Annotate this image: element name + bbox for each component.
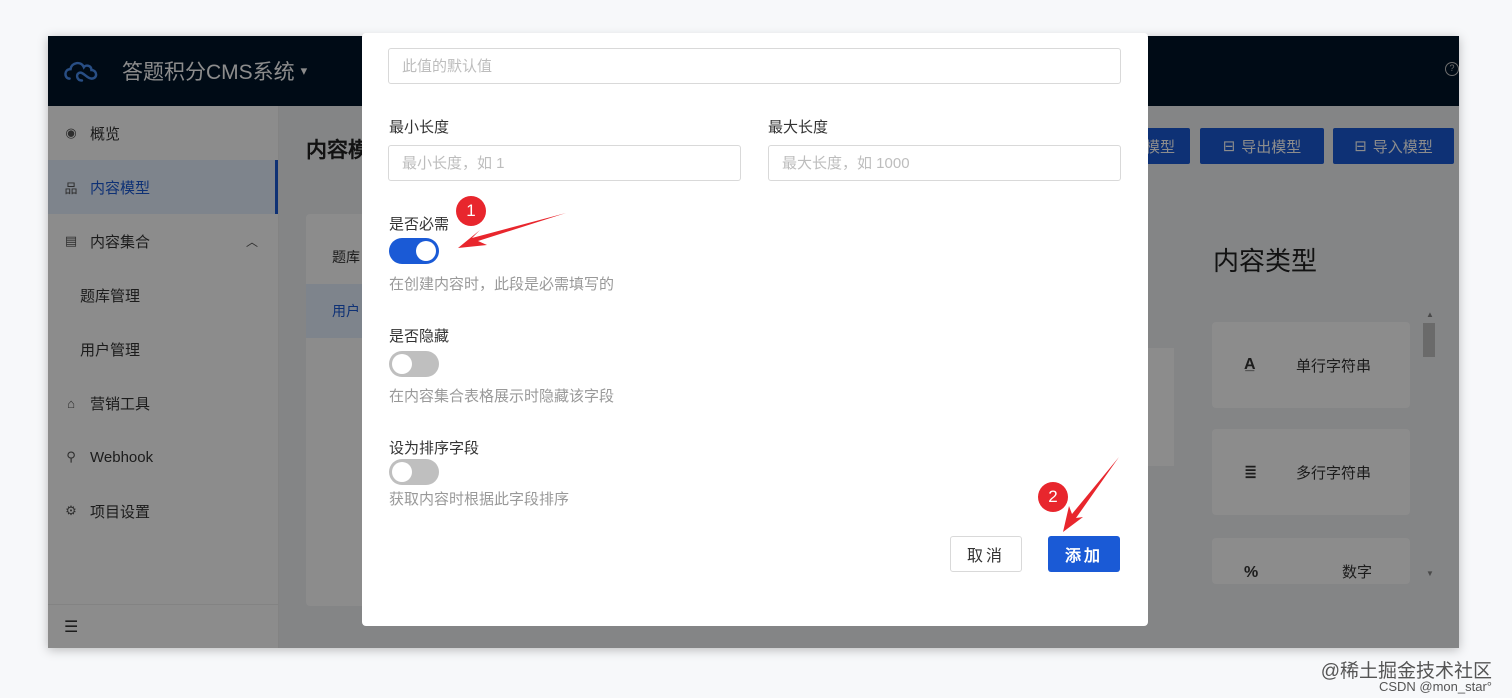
default-value-input[interactable] xyxy=(388,48,1121,84)
max-length-label: 最大长度 xyxy=(768,119,829,136)
watermark-csdn: CSDN @mon_star° xyxy=(1378,679,1492,694)
sort-toggle[interactable] xyxy=(389,459,439,485)
hidden-toggle[interactable] xyxy=(389,351,439,377)
sort-hint: 获取内容时根据此字段排序 xyxy=(389,491,570,508)
annotation-badge-2: 2 xyxy=(1038,482,1068,512)
add-button[interactable]: 添加 xyxy=(1048,536,1120,572)
max-length-input[interactable] xyxy=(768,145,1121,181)
cancel-button[interactable]: 取消 xyxy=(950,536,1022,572)
add-field-dialog: 最小长度 最大长度 是否必需 在创建内容时，此段是必需填写的 是否隐藏 在内容集… xyxy=(362,33,1148,626)
min-length-label: 最小长度 xyxy=(389,119,450,136)
required-label: 是否必需 xyxy=(389,216,450,233)
required-toggle[interactable] xyxy=(389,238,439,264)
min-length-input[interactable] xyxy=(388,145,741,181)
required-hint: 在创建内容时，此段是必需填写的 xyxy=(389,276,615,293)
hidden-hint: 在内容集合表格展示时隐藏该字段 xyxy=(389,388,615,405)
hidden-label: 是否隐藏 xyxy=(389,328,450,345)
annotation-badge-1: 1 xyxy=(456,196,486,226)
sort-label: 设为排序字段 xyxy=(389,440,480,457)
